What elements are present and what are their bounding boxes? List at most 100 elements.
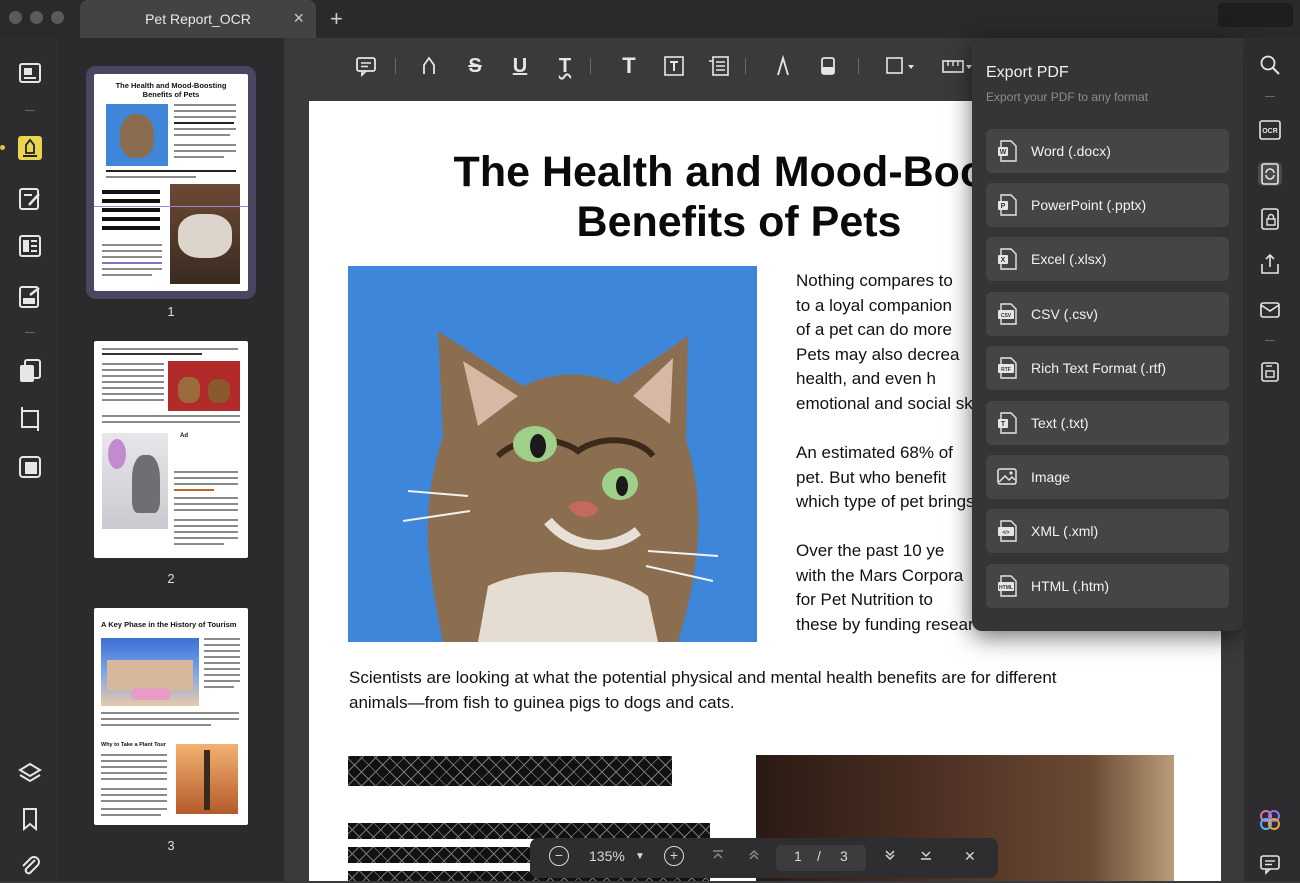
- search-icon[interactable]: [1258, 53, 1282, 77]
- title-bar-widget[interactable]: [1218, 3, 1293, 27]
- export-option-label: CSV (.csv): [1031, 306, 1098, 322]
- export-option-label: Excel (.xlsx): [1031, 251, 1107, 267]
- export-option-word[interactable]: W Word (.docx): [986, 129, 1229, 173]
- excel-icon: X: [997, 248, 1017, 270]
- current-page-input[interactable]: 1: [794, 848, 802, 864]
- text-icon[interactable]: T: [617, 54, 641, 78]
- export-option-text-file[interactable]: T Text (.txt): [986, 401, 1229, 445]
- export-option-excel[interactable]: X Excel (.xlsx): [986, 237, 1229, 281]
- page-separator: /: [817, 848, 821, 864]
- active-indicator: [0, 145, 5, 150]
- page-thumbnail-1[interactable]: The Health and Mood-Boosting Benefits of…: [94, 74, 248, 291]
- previous-page-icon[interactable]: [747, 848, 761, 865]
- textbox-icon[interactable]: [662, 54, 686, 78]
- layers-icon[interactable]: [17, 760, 43, 786]
- shape-icon[interactable]: [884, 54, 918, 78]
- first-page-icon[interactable]: [711, 848, 725, 865]
- document-tab[interactable]: Pet Report_OCR ×: [80, 0, 316, 38]
- export-option-image[interactable]: Image: [986, 455, 1229, 499]
- file-type-tag: CSV: [1001, 313, 1012, 319]
- ocr-icon[interactable]: OCR: [1258, 118, 1282, 142]
- redaction-block: [348, 756, 672, 786]
- close-zoom-bar-icon[interactable]: ✕: [964, 848, 976, 865]
- thumbnail-subheading: Why to Take a Plant Tour: [101, 742, 166, 748]
- eraser-icon[interactable]: [816, 54, 840, 78]
- zoom-page-bar: − 135% ▼ + 1 / 3 ✕: [530, 838, 998, 878]
- export-option-csv[interactable]: CSV CSV (.csv): [986, 292, 1229, 336]
- protect-icon[interactable]: [1258, 207, 1282, 231]
- new-tab-button[interactable]: +: [330, 6, 343, 32]
- ocr-label: OCR: [1262, 128, 1278, 135]
- form-icon[interactable]: [17, 233, 43, 259]
- crop-icon[interactable]: [17, 406, 43, 432]
- zoom-out-button[interactable]: −: [549, 846, 569, 866]
- squiggly-icon[interactable]: T: [553, 54, 577, 78]
- maximize-window-button[interactable]: [51, 11, 64, 24]
- page-thumbnail-3[interactable]: A Key Phase in the History of Tourism Wh…: [94, 608, 248, 825]
- minimize-window-button[interactable]: [30, 11, 43, 24]
- text-callout-icon[interactable]: [707, 54, 731, 78]
- fill-sign-icon[interactable]: [17, 284, 43, 310]
- reader-icon[interactable]: [17, 60, 43, 86]
- right-tool-rail: OCR: [1244, 38, 1300, 881]
- export-option-label: Text (.txt): [1031, 415, 1089, 431]
- page-thumbnail-2[interactable]: Ad: [94, 341, 248, 558]
- export-option-label: Word (.docx): [1031, 143, 1111, 159]
- html-icon: HTML: [997, 575, 1017, 597]
- zoom-in-button[interactable]: +: [664, 846, 684, 866]
- toolbar-divider: [590, 58, 591, 74]
- convert-icon[interactable]: [1258, 162, 1282, 186]
- file-type-tag: HTML: [999, 585, 1013, 591]
- export-option-xml[interactable]: </> XML (.xml): [986, 509, 1229, 553]
- cat-photo: [348, 266, 757, 642]
- zoom-dropdown-icon[interactable]: ▼: [635, 851, 645, 862]
- attachment-icon[interactable]: [17, 852, 43, 878]
- page-number-2: 2: [167, 571, 175, 586]
- pencil-icon[interactable]: [771, 54, 795, 78]
- text-file-icon: T: [997, 412, 1017, 434]
- page-number-1: 1: [167, 304, 175, 319]
- highlighter-icon[interactable]: [417, 54, 441, 78]
- email-icon[interactable]: [1258, 298, 1282, 322]
- export-option-rtf[interactable]: RTF Rich Text Format (.rtf): [986, 346, 1229, 390]
- export-option-powerpoint[interactable]: P PowerPoint (.pptx): [986, 183, 1229, 227]
- strikethrough-icon[interactable]: S: [463, 54, 487, 78]
- tab-title: Pet Report_OCR: [145, 11, 251, 27]
- rail-divider: [1265, 96, 1275, 97]
- save-icon[interactable]: [1258, 360, 1282, 384]
- toolbar-divider: [745, 58, 746, 74]
- bookmark-icon[interactable]: [17, 806, 43, 832]
- last-page-icon[interactable]: [919, 848, 933, 865]
- export-panel-title: Export PDF: [986, 64, 1069, 81]
- underline-icon[interactable]: U: [508, 54, 532, 78]
- next-page-icon[interactable]: [883, 848, 897, 865]
- comment-icon[interactable]: [354, 54, 378, 78]
- xml-icon: </>: [997, 520, 1017, 542]
- thumbnail-viewport-marker: [94, 206, 248, 207]
- thumbnail-heading: A Key Phase in the History of Tourism: [101, 620, 237, 629]
- file-type-tag: W: [1000, 149, 1007, 156]
- thumbnail-cat-photo: [106, 104, 168, 166]
- highlight-icon[interactable]: [17, 135, 43, 161]
- ai-assistant-icon[interactable]: [1258, 808, 1282, 832]
- export-panel-subtitle: Export your PDF to any format: [986, 90, 1149, 104]
- compress-icon[interactable]: [17, 454, 43, 480]
- share-icon[interactable]: [1258, 252, 1282, 276]
- page-indicator[interactable]: [776, 845, 866, 871]
- rtf-icon: RTF: [997, 357, 1017, 379]
- file-type-tag: T: [1001, 421, 1006, 428]
- export-option-label: XML (.xml): [1031, 523, 1099, 539]
- rail-divider: [25, 332, 35, 333]
- edit-icon[interactable]: [17, 186, 43, 212]
- organize-icon[interactable]: [17, 358, 43, 384]
- export-option-html[interactable]: HTML HTML (.htm): [986, 564, 1229, 608]
- rail-divider: [1265, 340, 1275, 341]
- close-window-button[interactable]: [9, 11, 22, 24]
- tab-close-icon[interactable]: ×: [293, 8, 304, 29]
- measure-icon[interactable]: [941, 54, 975, 78]
- file-type-tag: </>: [1002, 530, 1009, 536]
- zoom-level[interactable]: 135%: [589, 848, 625, 864]
- total-pages: 3: [840, 848, 848, 864]
- comments-icon[interactable]: [1258, 852, 1282, 876]
- powerpoint-icon: P: [997, 194, 1017, 216]
